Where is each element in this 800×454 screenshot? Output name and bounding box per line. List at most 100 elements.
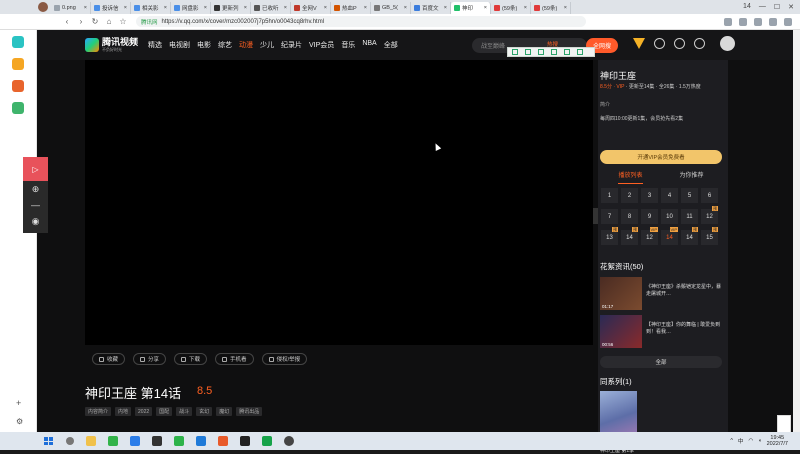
tool-icon[interactable] bbox=[525, 49, 531, 55]
search-icon[interactable] bbox=[66, 437, 74, 445]
episode-button[interactable]: 4 bbox=[661, 188, 678, 203]
browser-tab[interactable]: 神印 × bbox=[451, 2, 491, 14]
tab-close-icon[interactable]: × bbox=[164, 5, 167, 11]
extension-icon[interactable] bbox=[769, 17, 777, 26]
episode-button[interactable]: 6 bbox=[701, 188, 718, 203]
news-item[interactable]: 01:17 《神印王座》杀鬃铠定龙星中，暴走屠城开… bbox=[600, 277, 725, 310]
forward-icon[interactable]: › bbox=[74, 17, 88, 26]
tray-up-icon[interactable]: ^ bbox=[730, 438, 733, 444]
episode-button[interactable]: 3 bbox=[641, 188, 658, 203]
episode-button[interactable]: 15 预 bbox=[701, 227, 718, 245]
extension-icon[interactable] bbox=[754, 17, 762, 26]
tool-icon[interactable] bbox=[564, 49, 570, 55]
tab-count-badge[interactable]: 14 bbox=[743, 3, 751, 11]
tab-close-icon[interactable]: × bbox=[524, 5, 527, 11]
play-record-icon[interactable] bbox=[674, 38, 685, 49]
video-player[interactable] bbox=[85, 60, 593, 345]
tab-close-icon[interactable]: × bbox=[84, 5, 87, 11]
browser-tab[interactable]: 热血P × bbox=[331, 2, 371, 14]
episode-button[interactable]: 2 bbox=[621, 188, 638, 203]
episode-button[interactable]: 5 bbox=[681, 188, 698, 203]
episode-button[interactable]: 8 bbox=[621, 209, 638, 224]
wifi-icon[interactable]: ◠ bbox=[748, 438, 753, 444]
zoom-in-icon[interactable]: ⊕ bbox=[23, 181, 48, 197]
url-field[interactable]: 腾讯网 https://v.qq.com/x/cover/mzc002007j7… bbox=[136, 16, 586, 27]
weibo-icon[interactable] bbox=[12, 80, 24, 92]
tool-icon[interactable] bbox=[577, 49, 583, 55]
episode-button[interactable]: 12 预 bbox=[701, 206, 718, 224]
nav-item[interactable]: 电视剧 bbox=[169, 40, 190, 50]
nav-item[interactable]: 综艺 bbox=[218, 40, 232, 50]
app-icon[interactable] bbox=[262, 436, 272, 446]
app-icon[interactable] bbox=[130, 436, 140, 446]
clock[interactable]: 19:45 2022/7/7 bbox=[767, 435, 788, 447]
episode-button[interactable]: 14 预 bbox=[681, 227, 698, 245]
tab-close-icon[interactable]: × bbox=[404, 5, 407, 11]
terminal-icon[interactable] bbox=[240, 436, 250, 446]
nav-item[interactable]: 音乐 bbox=[341, 40, 355, 50]
tab-recommend[interactable]: 为你推荐 bbox=[679, 170, 703, 184]
action-button[interactable]: 分享 bbox=[133, 353, 167, 365]
episode-button[interactable]: 11 bbox=[681, 209, 698, 224]
browser-tab[interactable]: 0.png × bbox=[51, 2, 91, 14]
tab-close-icon[interactable]: × bbox=[244, 5, 247, 11]
extension-icon[interactable] bbox=[739, 17, 747, 26]
browser-tab[interactable]: 网盘影 × bbox=[171, 2, 211, 14]
close-window-icon[interactable]: ✕ bbox=[788, 3, 794, 11]
menu-icon[interactable] bbox=[784, 17, 792, 26]
action-button[interactable]: 收藏 bbox=[92, 353, 126, 365]
tab-close-icon[interactable]: × bbox=[204, 5, 207, 11]
tab-close-icon[interactable]: × bbox=[284, 5, 287, 11]
tool-icon[interactable] bbox=[538, 49, 544, 55]
tab-playlist[interactable]: 播放列表 bbox=[618, 170, 643, 184]
nav-item[interactable]: 精选 bbox=[148, 40, 162, 50]
tab-close-icon[interactable]: × bbox=[444, 5, 447, 11]
browser-tab[interactable]: 全网V × bbox=[291, 2, 331, 14]
tool-icon[interactable] bbox=[551, 49, 557, 55]
episode-button[interactable]: 10 bbox=[661, 209, 678, 224]
history-icon[interactable] bbox=[654, 38, 665, 49]
tag-chip[interactable]: 内容简介 bbox=[85, 407, 112, 416]
nav-item[interactable]: 纪录片 bbox=[281, 40, 302, 50]
sidebar-add-icon[interactable]: + bbox=[16, 398, 21, 408]
video-tool-icon[interactable]: ▷ bbox=[23, 157, 48, 181]
episode-button[interactable]: 9 bbox=[641, 209, 658, 224]
nav-item[interactable]: 电影 bbox=[197, 40, 211, 50]
volume-icon[interactable]: ◖ bbox=[758, 438, 761, 444]
minimize-icon[interactable]: — bbox=[759, 3, 766, 11]
episode-button[interactable]: 12 VIP bbox=[641, 227, 658, 245]
all-news-button[interactable]: 全部 bbox=[600, 356, 722, 368]
message-icon[interactable] bbox=[694, 38, 705, 49]
maximize-icon[interactable]: ☐ bbox=[774, 3, 780, 11]
vip-button[interactable]: 开通VIP会员免费看 bbox=[600, 150, 722, 164]
record-icon[interactable]: ◉ bbox=[23, 213, 48, 229]
episode-button[interactable]: 14 VIP bbox=[661, 227, 678, 245]
browser-tab[interactable]: 百度文 × bbox=[411, 2, 451, 14]
start-icon[interactable] bbox=[44, 437, 53, 445]
file-explorer-icon[interactable] bbox=[86, 436, 96, 446]
sidebar-app-icon[interactable] bbox=[12, 58, 24, 70]
extension-icon[interactable] bbox=[724, 17, 732, 26]
brief-link[interactable]: 简介 bbox=[600, 101, 610, 108]
action-button[interactable]: 侵权/举报 bbox=[261, 353, 308, 365]
tab-close-icon[interactable]: × bbox=[484, 5, 487, 11]
nav-item[interactable]: 全部 bbox=[384, 40, 398, 50]
nav-item[interactable]: VIP会员 bbox=[309, 40, 334, 50]
sidebar-app-icon[interactable] bbox=[12, 36, 24, 48]
app-icon[interactable] bbox=[152, 436, 162, 446]
tab-close-icon[interactable]: × bbox=[364, 5, 367, 11]
episode-button[interactable]: 14 预 bbox=[621, 227, 638, 245]
site-logo[interactable]: 腾讯视频 不负好时光 bbox=[85, 38, 138, 52]
browser-tab[interactable]: 更新列 × bbox=[211, 2, 251, 14]
nav-item[interactable]: NBA bbox=[362, 40, 376, 50]
app-icon[interactable] bbox=[108, 436, 118, 446]
show-name[interactable]: 神印王座 bbox=[600, 69, 636, 82]
browser-tab[interactable]: (59条) × bbox=[491, 2, 531, 14]
action-button[interactable]: 手机看 bbox=[215, 353, 254, 365]
news-item[interactable]: 00:56 【神印王座】你的舞临 | 敢爱负到到！看我… bbox=[600, 315, 725, 348]
bookmark-star-icon[interactable]: ☆ bbox=[116, 17, 130, 26]
tab-close-icon[interactable]: × bbox=[124, 5, 127, 11]
user-avatar[interactable] bbox=[720, 36, 735, 51]
browser-tab[interactable]: 已收听 × bbox=[251, 2, 291, 14]
episode-button[interactable]: 7 bbox=[601, 209, 618, 224]
